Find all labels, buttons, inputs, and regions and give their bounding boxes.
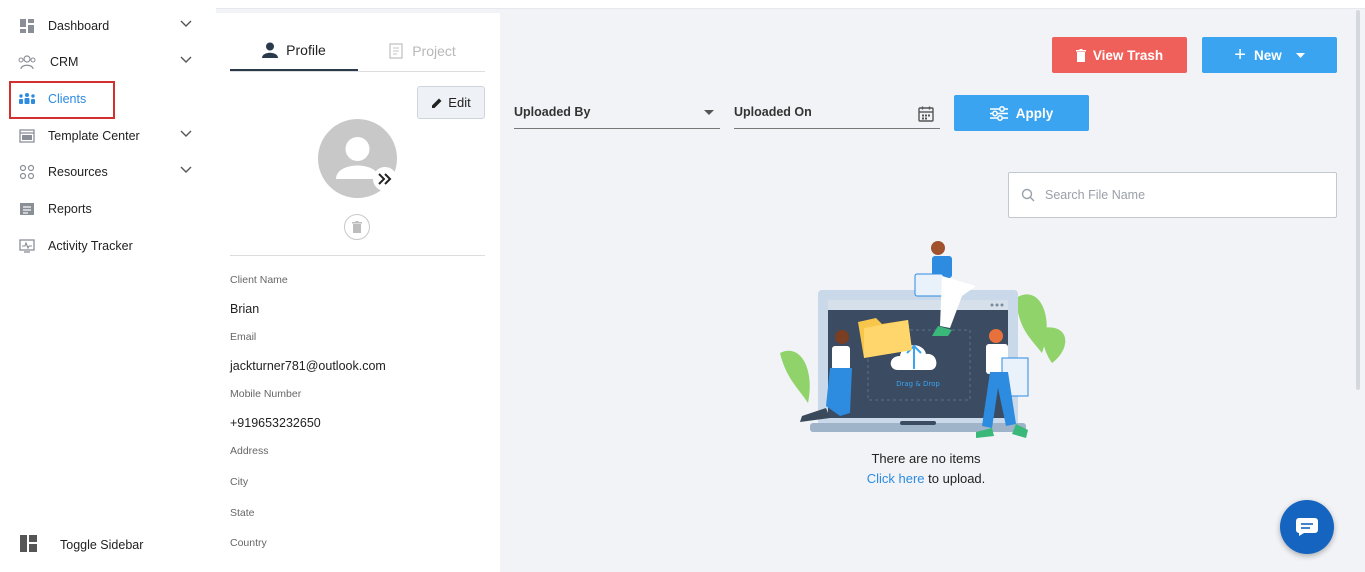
uploaded-on-label: Uploaded On [734,105,812,119]
sidebar-item-clients[interactable]: Clients [0,81,216,119]
sidebar-item-crm[interactable]: CRM [0,44,216,80]
upload-prompt: Click here to upload. [826,471,1026,486]
new-label: New [1253,47,1282,63]
apply-label: Apply [1015,105,1054,121]
sidebar-item-label: Template Center [48,129,140,143]
sidebar-item-template-center[interactable]: Template Center [0,118,216,154]
sidebar-item-reports[interactable]: Reports [0,191,216,227]
click-here-link[interactable]: Click here [867,471,925,486]
reports-icon [18,200,36,218]
email-value: jackturner781@outlook.com [230,359,386,373]
toggle-sidebar-button[interactable]: Toggle Sidebar [0,532,216,558]
crm-icon [18,53,36,71]
trash-icon [352,221,362,233]
sidebar-item-resources[interactable]: Resources [0,154,216,190]
chat-button[interactable] [1280,500,1334,554]
top-bar [216,0,1365,9]
uploaded-by-label: Uploaded By [514,105,591,119]
sidebar-item-label: Reports [48,202,92,216]
chevron-down-icon [180,56,192,63]
plus-icon: + [1234,44,1246,66]
profile-divider [230,255,485,256]
tabs-divider [230,71,485,72]
template-icon [18,127,36,145]
mobile-number-value: +919653232650 [230,416,321,430]
calendar-icon[interactable] [918,106,934,122]
sidebar-toggle-icon [20,535,37,555]
client-profile-panel: Profile Project Edit Client Name Brian E… [216,13,500,572]
toggle-sidebar-label: Toggle Sidebar [60,538,144,552]
trash-icon [1075,48,1086,62]
empty-state-message: There are no items [871,451,981,466]
page-scrollbar[interactable] [1356,10,1360,390]
sidebar-item-label: CRM [50,55,79,69]
dashboard-icon [18,17,36,35]
edit-button[interactable]: Edit [417,86,485,119]
sidebar-item-activity-tracker[interactable]: Activity Tracker [0,228,216,264]
activity-icon [18,237,36,255]
mobile-number-label: Mobile Number [230,388,302,400]
view-trash-button[interactable]: View Trash [1052,37,1187,73]
address-label: Address [230,445,269,457]
search-box [1008,172,1337,218]
caret-down-icon [704,110,714,115]
email-label: Email [230,331,257,343]
upload-suffix: to upload. [928,471,986,486]
delete-avatar-button[interactable] [344,214,370,240]
project-icon [389,43,403,59]
chat-icon [1296,518,1318,536]
filter-sliders-icon [989,105,1008,121]
resources-icon [18,163,36,181]
sidebar: Dashboard CRM Clients Template Center Re… [0,0,216,572]
chevron-down-icon [180,130,192,137]
client-name-value: Brian [230,302,260,316]
search-input[interactable] [1045,188,1315,202]
selection-highlight [9,81,115,119]
view-trash-label: View Trash [1092,47,1164,63]
tab-project[interactable]: Project [358,31,486,71]
chevron-down-icon [180,20,192,27]
sidebar-item-dashboard[interactable]: Dashboard [0,8,216,44]
upload-illustration: Drag & Drop [780,241,1066,438]
double-chevron-icon[interactable] [373,167,397,191]
search-icon [1021,188,1035,202]
sidebar-item-label: Dashboard [48,19,110,33]
client-name-label: Client Name [230,274,288,286]
tab-label: Project [412,43,456,59]
country-label: Country [230,537,267,549]
pencil-icon [432,98,442,108]
tab-profile[interactable]: Profile [230,31,358,71]
user-icon [262,42,279,58]
uploaded-on-datepicker[interactable]: Uploaded On [734,96,940,129]
state-label: State [230,507,255,519]
edit-label: Edit [448,95,471,110]
sidebar-item-label: Resources [48,165,108,179]
sidebar-item-label: Activity Tracker [48,239,133,253]
drag-drop-text: Drag & Drop [896,380,940,388]
apply-button[interactable]: Apply [954,95,1089,131]
city-label: City [230,476,249,488]
tab-label: Profile [286,42,326,58]
chevron-down-icon [180,166,192,173]
new-button[interactable]: + New [1202,37,1337,73]
caret-down-icon [1295,52,1305,58]
uploaded-by-select[interactable]: Uploaded By [514,96,720,129]
